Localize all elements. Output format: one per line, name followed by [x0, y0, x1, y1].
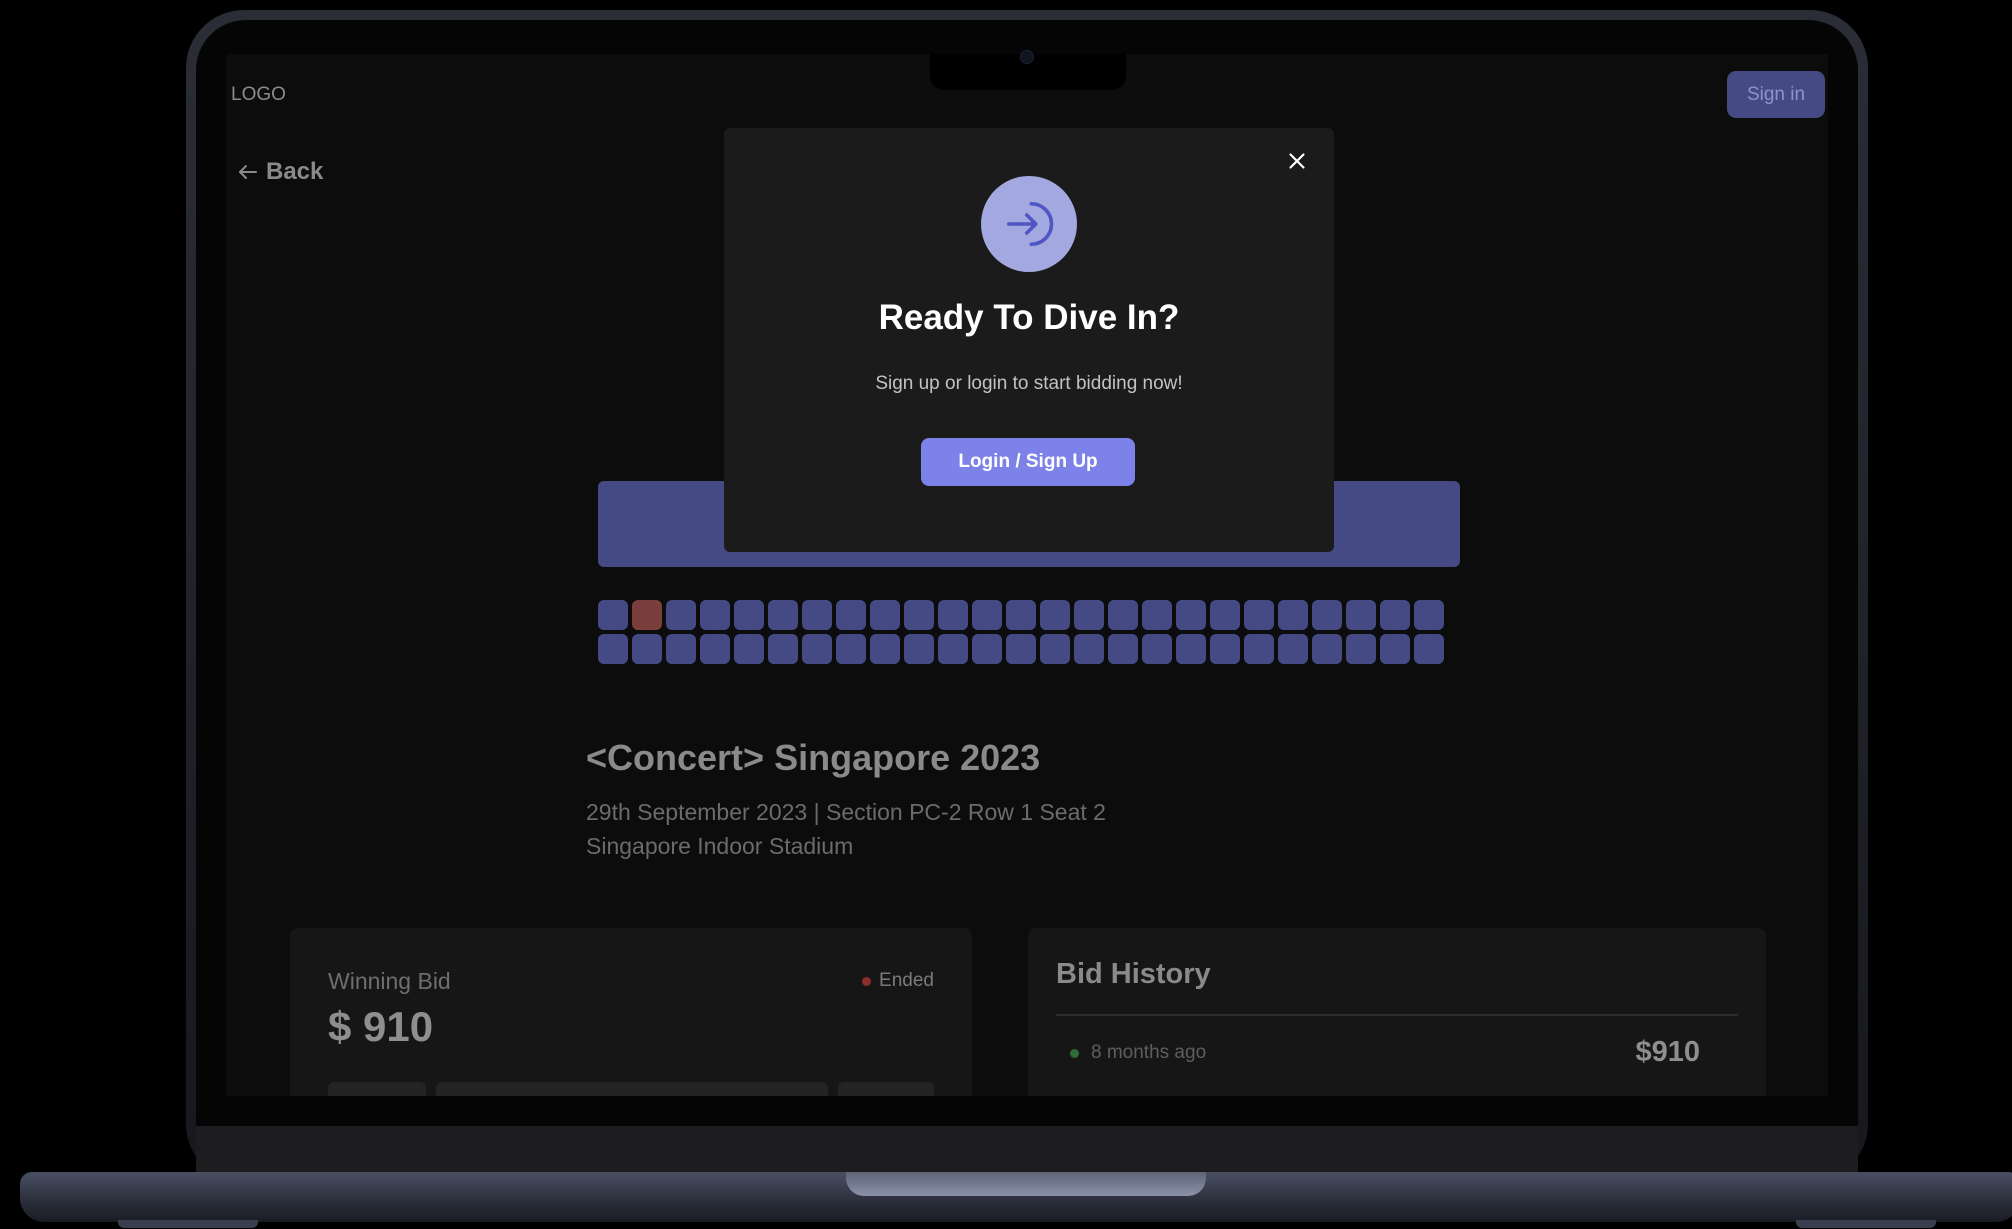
laptop-hinge	[846, 1172, 1206, 1196]
seat[interactable]	[1380, 600, 1410, 630]
laptop-foot	[1796, 1220, 1936, 1228]
app-screen: LOGO Sign in Back <Concert> Singapore 20…	[226, 54, 1828, 1096]
winning-bid-card: Winning Bid $ 910 Ended	[290, 928, 972, 1096]
seat[interactable]	[1040, 600, 1070, 630]
seat[interactable]	[598, 600, 628, 630]
logo: LOGO	[231, 84, 286, 105]
seat[interactable]	[1414, 600, 1444, 630]
seat[interactable]	[1108, 634, 1138, 664]
seat[interactable]	[1244, 634, 1274, 664]
bid-history-card: Bid History 8 months ago $910	[1028, 928, 1766, 1096]
event-details: 29th September 2023 | Section PC-2 Row 1…	[586, 799, 1106, 825]
seat[interactable]	[768, 634, 798, 664]
seat[interactable]	[1142, 634, 1172, 664]
seat[interactable]	[1278, 600, 1308, 630]
seat[interactable]	[972, 600, 1002, 630]
seat[interactable]	[1312, 600, 1342, 630]
seat[interactable]	[870, 600, 900, 630]
seat[interactable]	[1074, 600, 1104, 630]
seat[interactable]	[1074, 634, 1104, 664]
bid-history-title: Bid History	[1056, 958, 1211, 990]
seat[interactable]	[734, 634, 764, 664]
seat[interactable]	[1142, 600, 1172, 630]
seat[interactable]	[700, 634, 730, 664]
bid-input-stub	[328, 1082, 426, 1096]
history-row-time: 8 months ago	[1070, 1042, 1206, 1064]
seat[interactable]	[1312, 634, 1342, 664]
winning-bid-label: Winning Bid	[328, 968, 451, 994]
seat[interactable]	[700, 600, 730, 630]
seat[interactable]	[1176, 634, 1206, 664]
seat[interactable]	[836, 600, 866, 630]
sign-in-button[interactable]: Sign in	[1727, 71, 1825, 118]
seat-selected[interactable]	[632, 600, 662, 630]
seat[interactable]	[802, 634, 832, 664]
seat[interactable]	[836, 634, 866, 664]
status-dot-icon	[1070, 1048, 1079, 1058]
bid-input-stub	[838, 1082, 934, 1096]
seat[interactable]	[1346, 634, 1376, 664]
seat[interactable]	[1108, 600, 1138, 630]
login-modal: Ready To Dive In? Sign up or login to st…	[724, 128, 1334, 552]
event-meta: 29th September 2023 | Section PC-2 Row 1…	[586, 795, 1106, 863]
seat[interactable]	[938, 634, 968, 664]
close-icon[interactable]	[1284, 148, 1310, 174]
seat[interactable]	[598, 634, 628, 664]
modal-subtitle: Sign up or login to start bidding now!	[875, 373, 1183, 394]
seat[interactable]	[904, 600, 934, 630]
modal-title: Ready To Dive In?	[878, 298, 1180, 337]
seat[interactable]	[870, 634, 900, 664]
seat[interactable]	[1414, 634, 1444, 664]
seat[interactable]	[1006, 634, 1036, 664]
back-label: Back	[266, 158, 324, 185]
back-link[interactable]: Back	[236, 158, 323, 186]
seat[interactable]	[1006, 600, 1036, 630]
seat-grid	[598, 600, 1458, 664]
screen-chin	[196, 1126, 1858, 1176]
seat[interactable]	[972, 634, 1002, 664]
seat[interactable]	[666, 634, 696, 664]
status-badge: Ended	[862, 970, 934, 992]
seat[interactable]	[1176, 600, 1206, 630]
laptop-foot	[118, 1220, 258, 1228]
divider	[1056, 1014, 1738, 1016]
arrow-left-icon	[239, 165, 257, 179]
event-title: <Concert> Singapore 2023	[586, 737, 1041, 778]
seat[interactable]	[768, 600, 798, 630]
seat[interactable]	[1040, 634, 1070, 664]
seat[interactable]	[666, 600, 696, 630]
seat[interactable]	[1210, 634, 1240, 664]
camera-icon	[1020, 50, 1034, 64]
seat[interactable]	[632, 634, 662, 664]
seat[interactable]	[1278, 634, 1308, 664]
status-label: Ended	[879, 970, 934, 991]
bid-input-stub	[436, 1082, 828, 1096]
history-time: 8 months ago	[1091, 1042, 1207, 1063]
seat[interactable]	[1244, 600, 1274, 630]
login-signup-button[interactable]: Login / Sign Up	[921, 438, 1135, 486]
winning-bid-amount: $ 910	[328, 1003, 434, 1050]
seat[interactable]	[1210, 600, 1240, 630]
login-arrow-icon	[981, 176, 1077, 272]
seat[interactable]	[904, 634, 934, 664]
seat[interactable]	[938, 600, 968, 630]
event-venue: Singapore Indoor Stadium	[586, 833, 854, 859]
status-dot-icon	[862, 976, 872, 986]
history-amount: $910	[1635, 1036, 1700, 1068]
seat[interactable]	[802, 600, 832, 630]
seat[interactable]	[1346, 600, 1376, 630]
seat[interactable]	[734, 600, 764, 630]
seat[interactable]	[1380, 634, 1410, 664]
